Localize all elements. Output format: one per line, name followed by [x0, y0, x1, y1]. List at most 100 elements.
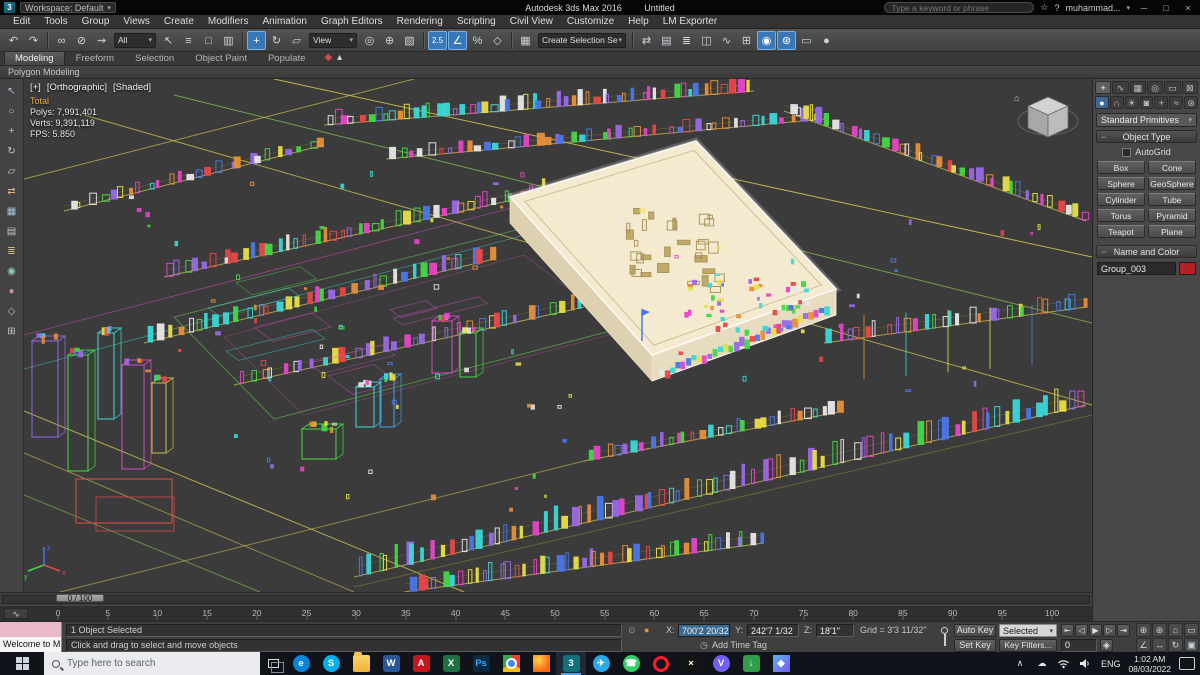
- tray-cloud-icon[interactable]: ☁: [1035, 658, 1049, 669]
- taskbar-app-telegram[interactable]: ✈: [586, 652, 616, 675]
- left-tool-lasso-icon[interactable]: ○: [3, 104, 21, 119]
- zoom-icon[interactable]: ⊕: [1136, 623, 1151, 637]
- taskbar-search[interactable]: Type here to search: [44, 652, 260, 675]
- reference-coordinate-dropdown[interactable]: View ▾: [309, 32, 357, 48]
- taskbar-app-twitter-x[interactable]: ×: [676, 652, 706, 675]
- auto-key-button[interactable]: Auto Key: [954, 624, 996, 637]
- selection-lock-toggle-icon[interactable]: ●: [644, 625, 649, 635]
- primitive-teapot-button[interactable]: Teapot: [1097, 225, 1145, 238]
- isolate-selection-toggle-icon[interactable]: ⊙: [628, 625, 636, 636]
- left-tool-grid-icon[interactable]: ⊞: [3, 324, 21, 339]
- spinner-snap-icon[interactable]: ◇: [488, 31, 507, 50]
- viewport-plus-menu[interactable]: [+]: [30, 82, 41, 93]
- taskbar-app-idm[interactable]: ↓: [736, 652, 766, 675]
- close-button[interactable]: ×: [1180, 3, 1196, 13]
- maximize-viewport-toggle-icon[interactable]: ▣: [1184, 638, 1199, 652]
- angle-snap-icon[interactable]: ∠: [448, 30, 467, 50]
- select-and-rotate-icon[interactable]: ↻: [267, 31, 286, 50]
- render-production-icon[interactable]: ●: [817, 31, 836, 50]
- taskbar-app-acrobat[interactable]: A: [406, 652, 436, 675]
- unlink-selection-icon[interactable]: ⊘: [72, 31, 91, 50]
- category-cameras[interactable]: ◙: [1139, 96, 1154, 109]
- selection-filter-dropdown[interactable]: All ▾: [114, 32, 156, 48]
- taskbar-app-ms-photos[interactable]: ◆: [766, 652, 796, 675]
- set-keys-key-button[interactable]: [938, 624, 951, 651]
- select-and-link-icon[interactable]: ∞: [52, 31, 71, 50]
- ribbon-tab-selection[interactable]: Selection: [125, 52, 184, 65]
- menu-customize[interactable]: Customize: [560, 16, 621, 27]
- menu-animation[interactable]: Animation: [255, 16, 313, 27]
- taskbar-app-viber[interactable]: V: [706, 652, 736, 675]
- select-and-scale-icon[interactable]: ▱: [287, 31, 306, 50]
- align-icon[interactable]: ▤: [657, 31, 676, 50]
- schematic-view-icon[interactable]: ⊞: [737, 31, 756, 50]
- ribbon-tab-modeling[interactable]: Modeling: [4, 51, 65, 65]
- ribbon-config-icon[interactable]: ◆: [324, 52, 332, 63]
- menu-civil-view[interactable]: Civil View: [503, 16, 560, 27]
- current-frame-field[interactable]: 0: [1061, 639, 1097, 652]
- time-slider-handle[interactable]: 0 / 100: [56, 594, 104, 603]
- tab-create[interactable]: +: [1095, 81, 1112, 94]
- left-tool-mirror-icon[interactable]: ⇄: [3, 184, 21, 199]
- left-tool-rotate-icon[interactable]: ↻: [3, 144, 21, 159]
- window-crossing-icon[interactable]: ▥: [219, 31, 238, 50]
- viewport-shading-menu[interactable]: [Shaded]: [113, 82, 151, 93]
- render-setup-icon[interactable]: ⊛: [777, 30, 796, 50]
- minimize-button[interactable]: ─: [1136, 3, 1152, 13]
- previous-frame-button[interactable]: ◁: [1075, 624, 1088, 637]
- primitive-cylinder-button[interactable]: Cylinder: [1097, 193, 1145, 206]
- select-object-icon[interactable]: ↖: [159, 31, 178, 50]
- zoom-extents-icon[interactable]: ⌂: [1168, 623, 1183, 637]
- menu-tools[interactable]: Tools: [37, 16, 74, 27]
- trackbar-ruler[interactable]: 0 5 10 15 20 25 30 35 40 45 50 55 60 65 70 75 80 85 90 95 10…: [56, 606, 1059, 621]
- select-by-name-icon[interactable]: ≡: [179, 31, 198, 50]
- category-shapes[interactable]: ∩: [1109, 96, 1124, 109]
- zoom-all-icon[interactable]: ⊛: [1152, 623, 1167, 637]
- menu-rendering[interactable]: Rendering: [390, 16, 450, 27]
- taskbar-app-firefox[interactable]: [526, 652, 556, 675]
- name-color-rollout-header[interactable]: − Name and Color: [1096, 245, 1197, 258]
- menu-scripting[interactable]: Scripting: [450, 16, 503, 27]
- object-color-swatch[interactable]: [1179, 262, 1196, 275]
- category-geometry[interactable]: ●: [1095, 96, 1109, 109]
- tab-utilities[interactable]: ⊠: [1181, 81, 1198, 94]
- viewcube[interactable]: ⌂: [1010, 87, 1080, 149]
- play-animation-button[interactable]: ▶: [1089, 624, 1102, 637]
- orbit-icon[interactable]: ↻: [1168, 638, 1183, 652]
- mini-curve-editor-icon[interactable]: ∿: [4, 608, 28, 619]
- left-tool-snap-icon[interactable]: ◇: [3, 304, 21, 319]
- keyboard-shortcut-override-icon[interactable]: ▧: [400, 31, 419, 50]
- workspace-dropdown[interactable]: Workspace: Default ▾: [20, 2, 116, 13]
- task-view-button[interactable]: [260, 652, 286, 675]
- viewport[interactable]: x y z [+] [Orthographic] [Shaded] Total Pol…: [24, 79, 1092, 592]
- set-key-button[interactable]: Set Key: [954, 639, 996, 652]
- bind-to-space-warp-icon[interactable]: ⇝: [92, 31, 111, 50]
- app-logo-icon[interactable]: 3: [4, 2, 15, 13]
- field-of-view-icon[interactable]: ∠: [1136, 638, 1151, 652]
- user-account-button[interactable]: muhammad...: [1065, 3, 1120, 13]
- time-slider-track[interactable]: [2, 595, 1090, 604]
- select-and-move-icon[interactable]: +: [247, 30, 266, 50]
- menu-create[interactable]: Create: [157, 16, 201, 27]
- tab-hierarchy[interactable]: ▦: [1129, 81, 1146, 94]
- selection-set-dropdown[interactable]: Selected ▾: [999, 624, 1057, 637]
- tray-language-button[interactable]: ENG: [1101, 659, 1121, 669]
- taskbar-app-opera[interactable]: [646, 652, 676, 675]
- taskbar-app-file-explorer[interactable]: [346, 652, 376, 675]
- menu-group[interactable]: Group: [75, 16, 117, 27]
- taskbar-app-whatsapp[interactable]: ☎: [616, 652, 646, 675]
- taskbar-app-word[interactable]: W: [376, 652, 406, 675]
- object-name-field[interactable]: Group_003: [1097, 262, 1176, 275]
- taskbar-app-3ds-max[interactable]: 3: [556, 652, 586, 675]
- scene-explorer-icon[interactable]: ◫: [697, 31, 716, 50]
- primitive-box-button[interactable]: Box: [1097, 161, 1145, 174]
- zoom-region-icon[interactable]: ▭: [1184, 623, 1199, 637]
- left-tool-layers-icon[interactable]: ≣: [3, 244, 21, 259]
- left-tool-scale-icon[interactable]: ▱: [3, 164, 21, 179]
- tab-motion[interactable]: ◎: [1146, 81, 1164, 94]
- primitive-plane-button[interactable]: Plane: [1148, 225, 1196, 238]
- favorites-star-icon[interactable]: ☆: [1040, 2, 1048, 13]
- pan-view-icon[interactable]: ↔: [1152, 638, 1167, 652]
- snap-toggle-2-5-icon[interactable]: 2.5: [428, 30, 447, 50]
- material-editor-icon[interactable]: ◉: [757, 30, 776, 50]
